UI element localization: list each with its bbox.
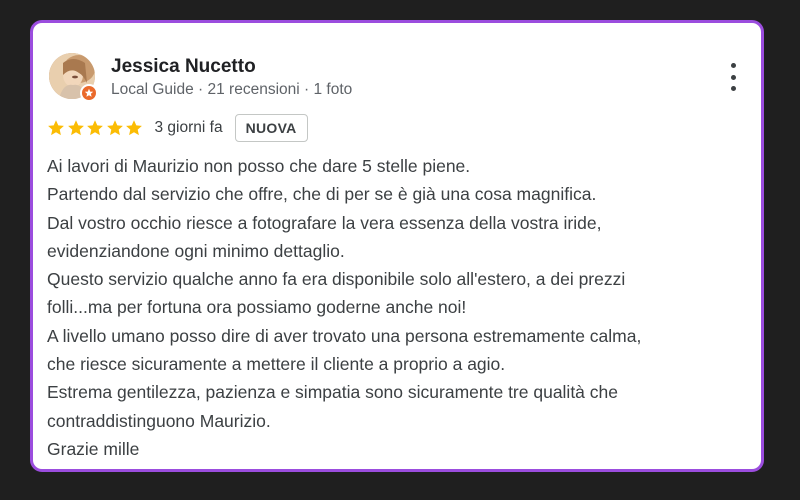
review-text-line: folli...ma per fortuna ora possiamo gode… xyxy=(47,297,467,318)
reviewer-meta: Local Guide · 21 recensioni · 1 foto xyxy=(111,81,353,98)
rating-row: 3 giorni fa NUOVA xyxy=(47,113,308,143)
review-text-line: che riesce sicuramente a mettere il clie… xyxy=(47,354,506,375)
local-guide-badge-icon xyxy=(80,84,98,102)
review-text-line: contraddistinguono Maurizio. xyxy=(47,410,271,431)
review-text-line: Estrema gentilezza, pazienza e simpatia … xyxy=(47,382,618,403)
review-text-line: Questo servizio qualche anno fa era disp… xyxy=(47,269,626,290)
review-text-line: A livello umano posso dire di aver trova… xyxy=(47,325,642,346)
star-icon xyxy=(67,120,84,136)
new-badge: NUOVA xyxy=(234,114,308,142)
avatar[interactable] xyxy=(49,53,98,102)
review-text-line: evidenziandone ogni minimo dettaglio. xyxy=(47,240,345,261)
star-rating xyxy=(47,119,145,137)
review-text-line: Grazie mille xyxy=(47,438,140,459)
more-vert-icon[interactable] xyxy=(723,63,743,91)
star-icon xyxy=(48,120,64,136)
review-text-line: Ai lavori di Maurizio non posso che dare… xyxy=(47,156,471,176)
star-icon xyxy=(126,120,142,136)
star-icon xyxy=(87,120,103,136)
review-text-line: Dal vostro occhio riesce a fotografare l… xyxy=(47,212,602,233)
review-card: Jessica Nucetto Local Guide · 21 recensi… xyxy=(30,20,764,472)
more-dot xyxy=(730,86,736,91)
star-icon xyxy=(106,120,123,136)
more-dot xyxy=(730,63,736,68)
review-text: Ai lavori di Maurizio non posso che dare… xyxy=(47,152,759,463)
review-date: 3 giorni fa xyxy=(154,119,223,136)
reviewer-name[interactable]: Jessica Nucetto xyxy=(111,56,256,78)
review-text-line: Partendo dal servizio che offre, che di … xyxy=(47,184,597,205)
more-dot xyxy=(730,74,736,80)
